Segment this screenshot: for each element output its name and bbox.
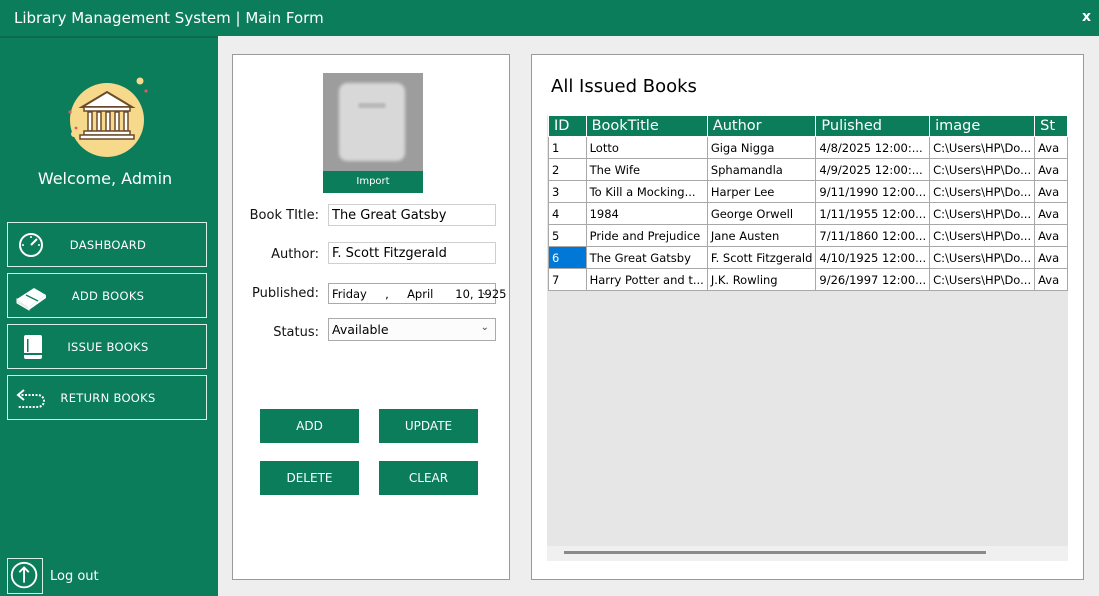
status-value: Available [332,322,389,337]
table-cell[interactable]: C:\Users\HP\Do... [929,246,1036,269]
table-row[interactable]: 6 The Great Gatsby F. Scott Fitzgerald 4/10… [548,246,1068,269]
table-cell[interactable]: C:\Users\HP\Do... [929,224,1036,247]
books-data-grid[interactable]: ID BookTitle Author Pulished image St 1 Lotto G… [547,115,1068,561]
table-cell[interactable]: Ava [1034,246,1068,269]
books-table: ID BookTitle Author Pulished image St 1 Lotto G… [548,115,1068,291]
column-header[interactable]: image [929,115,1036,137]
table-cell[interactable]: Lotto [585,136,708,159]
welcome-text: Welcome, Admin [37,169,173,188]
logout-icon [7,558,43,594]
table-cell[interactable]: Ava [1034,180,1068,203]
table-cell[interactable]: Sphamandla [706,158,817,181]
import-button[interactable]: Import [323,171,423,193]
column-header[interactable]: BookTitle [585,115,708,137]
nav-issue-books-button[interactable]: ISSUE BOOKS [7,324,207,369]
table-cell[interactable]: 1 [548,136,587,159]
published-label: Published: [252,286,319,301]
issued-books-panel: All Issued Books ID BookTitle Author Pulish… [531,54,1084,580]
horizontal-scrollbar[interactable] [547,546,1068,561]
book-title-input[interactable] [328,204,496,226]
nav-dashboard-label: DASHBOARD [69,238,147,252]
close-button[interactable]: x [1082,9,1091,25]
table-row[interactable]: 3 To Kill a Mocking... Harper Lee 9/11/1990… [548,180,1068,203]
table-cell[interactable]: 9/11/1990 12:00... [815,180,931,203]
table-cell[interactable]: F. Scott Fitzgerald [706,246,817,269]
table-cell[interactable]: 4/9/2025 12:00:... [815,158,931,181]
nav-dashboard-button[interactable]: DASHBOARD [7,222,207,267]
table-header-row: ID BookTitle Author Pulished image St [548,115,1068,137]
update-button[interactable]: UPDATE [379,409,478,443]
table-cell[interactable]: C:\Users\HP\Do... [929,158,1036,181]
table-cell[interactable]: 6 [548,246,587,269]
table-row[interactable]: 5 Pride and Prejudice Jane Austen 7/11/1860… [548,224,1068,247]
table-cell[interactable]: C:\Users\HP\Do... [929,268,1036,291]
table-row[interactable]: 4 1984 George Orwell 1/11/1955 12:00... C:\U… [548,202,1068,225]
table-cell[interactable]: Ava [1034,268,1068,291]
nav-return-books-label: RETURN BOOKS [60,391,156,405]
table-cell[interactable]: Jane Austen [706,224,817,247]
table-cell[interactable]: 4 [548,202,587,225]
table-cell[interactable]: 7/11/1860 12:00... [815,224,931,247]
table-cell[interactable]: 4/10/1925 12:00... [815,246,931,269]
column-header[interactable]: St [1034,115,1068,137]
table-cell[interactable]: C:\Users\HP\Do... [929,202,1036,225]
column-header[interactable]: Author [706,115,817,137]
table-cell[interactable]: 7 [548,268,587,291]
table-cell[interactable]: 2 [548,158,587,181]
table-cell[interactable]: 1/11/1955 12:00... [815,202,931,225]
table-cell[interactable]: Ava [1034,136,1068,159]
column-header[interactable]: ID [548,115,587,137]
table-cell[interactable]: Harry Potter and t... [585,268,708,291]
table-cell[interactable]: Pride and Prejudice [585,224,708,247]
table-cell[interactable]: The Wife [585,158,708,181]
table-cell[interactable]: 3 [548,180,587,203]
table-cell[interactable]: 1984 [585,202,708,225]
add-button[interactable]: ADD [260,409,359,443]
table-cell[interactable]: Ava [1034,202,1068,225]
book-cover-image [323,73,423,175]
table-cell[interactable]: C:\Users\HP\Do... [929,180,1036,203]
scrollbar-thumb[interactable] [564,551,986,554]
delete-button[interactable]: DELETE [260,461,359,495]
window-title: Library Management System | Main Form [14,9,324,27]
issued-books-title: All Issued Books [551,76,697,97]
table-row[interactable]: 7 Harry Potter and t... J.K. Rowling 9/26/1… [548,268,1068,291]
author-label: Author: [271,247,319,262]
status-select[interactable]: Available ⌄ [328,318,496,341]
author-input[interactable] [328,242,496,264]
table-cell[interactable]: Ava [1034,224,1068,247]
table-cell[interactable]: Giga Nigga [706,136,817,159]
title-bar: Library Management System | Main Form x [0,0,1099,36]
table-cell[interactable]: 9/26/1997 12:00... [815,268,931,291]
nav-issue-books-label: ISSUE BOOKS [67,340,149,354]
table-cell[interactable]: Harper Lee [706,180,817,203]
table-row[interactable]: 1 Lotto Giga Nigga 4/8/2025 12:00:... C:\Use… [548,136,1068,159]
nav-add-books-button[interactable]: ADD BOOKS [7,273,207,318]
library-logo-icon [68,77,148,157]
table-cell[interactable]: George Orwell [706,202,817,225]
status-label: Status: [273,325,319,340]
book-form-panel: Import Book TItle: Author: Published: Fr… [232,54,510,580]
table-cell[interactable]: The Great Gatsby [585,246,708,269]
book-title-label: Book TItle: [249,208,319,223]
nav-add-books-label: ADD BOOKS [71,289,145,303]
chevron-down-icon: ⌄ [480,287,489,298]
table-cell[interactable]: 4/8/2025 12:00:... [815,136,931,159]
table-row[interactable]: 2 The Wife Sphamandla 4/9/2025 12:00:... C:\… [548,158,1068,181]
table-cell[interactable]: C:\Users\HP\Do... [929,136,1036,159]
logout-label: Log out [50,569,99,584]
table-cell[interactable]: To Kill a Mocking... [585,180,708,203]
table-cell[interactable]: Ava [1034,158,1068,181]
table-cell[interactable]: J.K. Rowling [706,268,817,291]
nav-return-books-button[interactable]: RETURN BOOKS [7,375,207,420]
chevron-down-icon: ⌄ [480,322,489,333]
column-header[interactable]: Pulished [815,115,931,137]
logout-button[interactable]: Log out [7,558,107,594]
published-date-picker[interactable]: Friday , April 10, 1925 ⌄ [328,283,507,304]
clear-button[interactable]: CLEAR [379,461,478,495]
table-cell[interactable]: 5 [548,224,587,247]
sidebar: Welcome, Admin DASHBOARD ADD BOOKS ISSUE… [0,36,218,596]
